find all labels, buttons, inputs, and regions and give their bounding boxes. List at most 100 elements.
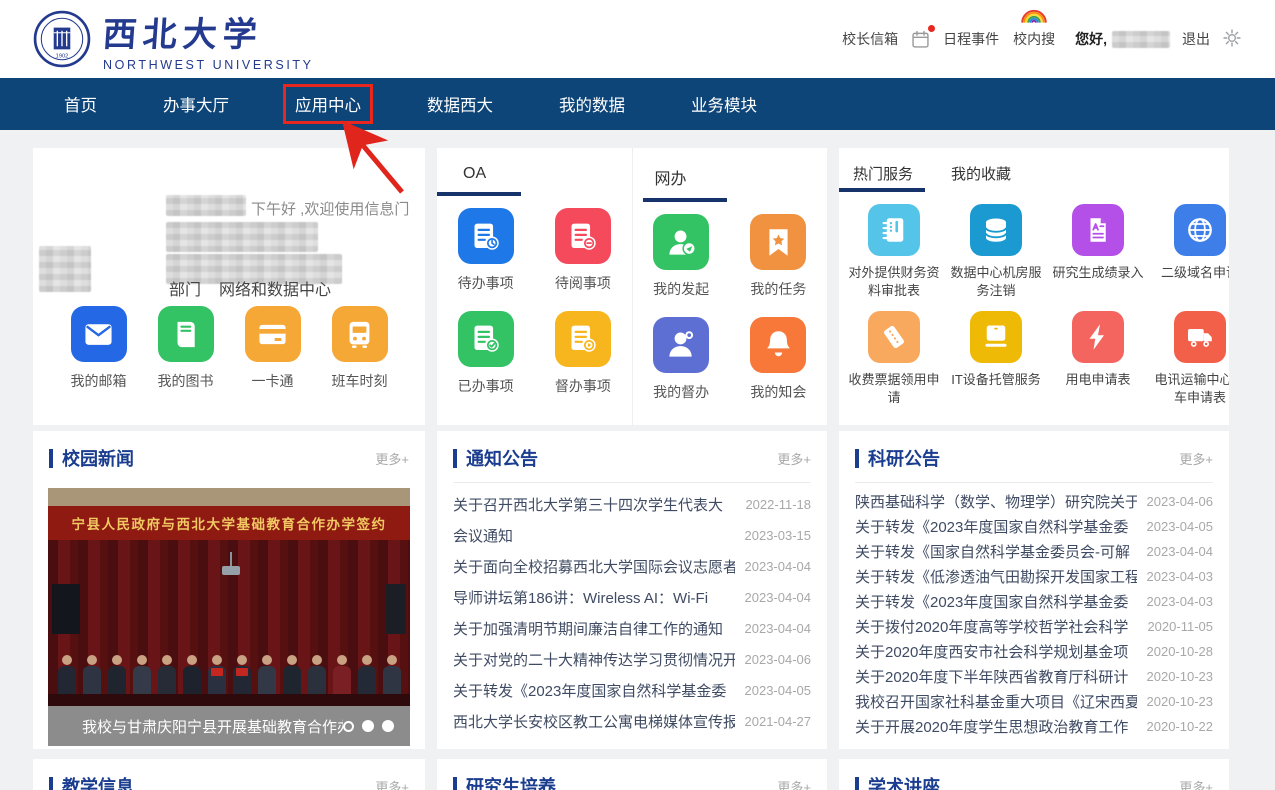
more-link[interactable]: 更多+: [777, 777, 811, 790]
more-link[interactable]: 更多+: [375, 449, 409, 468]
news-photo[interactable]: 宁县人民政府与西北大学基础教育合作办学签约: [48, 488, 410, 706]
rainbow-icon: [1011, 0, 1057, 25]
schedule-events-link[interactable]: 日程事件: [943, 29, 999, 49]
campus-search-link[interactable]: 校内搜: [1013, 29, 1055, 49]
more-link[interactable]: 更多+: [375, 777, 409, 790]
announcement-date: 2020-10-23: [1147, 694, 1214, 709]
announcement-title[interactable]: 关于转发《国家自然科学基金委员会-可解: [855, 541, 1130, 562]
list-item: 关于面向全校招募西北大学国际会议志愿者2023-04-04: [453, 551, 811, 582]
announcement-title[interactable]: 关于2020年度西安市社会科学规划基金项: [855, 641, 1128, 662]
campus-news-card: 校园新闻 更多+ 宁县人民政府与西北大学基础教育合作办学签约 我校与甘肃庆阳宁县…: [33, 431, 425, 749]
app-tile-bus[interactable]: 班车时刻: [332, 306, 388, 391]
announcement-title[interactable]: 关于面向全校招募西北大学国际会议志愿者: [453, 556, 735, 577]
notice-list: 关于召开西北大学第三十四次学生代表大 2022-11-18 会议通知 2023-03-…: [437, 483, 827, 737]
nav-item[interactable]: 首页: [52, 84, 109, 124]
announcement-title[interactable]: 关于转发《2023年度国家自然科学基金委: [855, 516, 1128, 537]
section-bar: [453, 449, 457, 468]
photo-floor: [48, 694, 410, 706]
nav-item-highlighted[interactable]: 应用中心: [283, 84, 373, 124]
app-tile-label: IT设备托管服务: [945, 371, 1047, 389]
announcement-date: 2023-04-05: [745, 683, 812, 698]
app-tile-doc-a[interactable]: 研究生成绩录入: [1047, 204, 1149, 299]
announcement-title[interactable]: 关于转发《2023年度国家自然科学基金委: [453, 680, 726, 701]
tab-my-favorites[interactable]: 我的收藏: [951, 163, 1011, 192]
book-icon: [158, 306, 214, 362]
section-bar: [453, 777, 457, 790]
app-tile-label: 待阅事项: [555, 274, 611, 293]
photo-screen: [52, 584, 80, 634]
nav-item[interactable]: 数据西大: [415, 84, 505, 124]
nav-item[interactable]: 办事大厅: [151, 84, 241, 124]
announcement-date: 2023-03-15: [745, 528, 812, 543]
announcement-title[interactable]: 关于对党的二十大精神传达学习贯彻情况开: [453, 649, 735, 670]
app-tile-label: 二级域名申请: [1149, 264, 1229, 282]
section-title: 通知公告: [466, 445, 538, 471]
app-tile-doc-minus[interactable]: 待阅事项: [555, 208, 611, 293]
app-tile-person-dot[interactable]: 我的督办: [653, 317, 709, 402]
carousel-dot[interactable]: [382, 720, 394, 732]
logout-link[interactable]: 退出: [1182, 29, 1210, 49]
app-tile-doc-play[interactable]: 督办事项: [555, 311, 611, 396]
mail-icon: [71, 306, 127, 362]
tab-wangban[interactable]: 网办: [633, 148, 828, 198]
app-tile-person-send[interactable]: 我的发起: [653, 214, 709, 299]
announcement-date: 2023-04-03: [1147, 594, 1214, 609]
university-logo[interactable]: 1902 西北大学 NORTHWEST UNIVERSITY: [33, 7, 314, 72]
announcement-title[interactable]: 关于转发《低渗透油气田勘探开发国家工程: [855, 566, 1137, 587]
announcement-title[interactable]: 陕西基础科学（数学、物理学）研究院关于: [855, 491, 1137, 512]
avatar-redacted: [39, 246, 91, 292]
announcement-title[interactable]: 关于开展2020年度学生思想政治教育工作: [855, 716, 1128, 737]
app-tile-globe[interactable]: 二级域名申请: [1149, 204, 1229, 299]
announcement-title[interactable]: 会议通知: [453, 525, 513, 546]
carousel-dot[interactable]: [343, 721, 354, 732]
tab-oa[interactable]: OA: [437, 148, 632, 192]
app-tile-bolt[interactable]: 用电申请表: [1047, 311, 1149, 406]
announcement-title[interactable]: 关于拨付2020年度高等学校哲学社会科学: [855, 616, 1128, 637]
app-tile-label: 对外提供财务资料审批表: [843, 264, 945, 299]
app-tile-notebook[interactable]: 对外提供财务资料审批表: [843, 204, 945, 299]
card-icon: [245, 306, 301, 362]
app-tile-laptop[interactable]: IT设备托管服务: [945, 311, 1047, 406]
carousel-dot[interactable]: [362, 720, 374, 732]
more-link[interactable]: 更多+: [777, 449, 811, 468]
app-tile-doc-check[interactable]: 已办事项: [458, 311, 514, 396]
app-tile-card[interactable]: 一卡通: [245, 306, 301, 391]
list-item: 关于2020年度下半年陕西省教育厅科研计2020-10-23: [855, 664, 1213, 689]
app-tile-bell[interactable]: 我的知会: [750, 317, 806, 402]
settings-gear-icon[interactable]: [1222, 28, 1242, 51]
app-tile-label: 用电申请表: [1047, 371, 1149, 389]
announcement-title[interactable]: 导师讲坛第186讲：Wireless AI：Wi-Fi: [453, 587, 708, 608]
nav-item[interactable]: 业务模块: [679, 84, 769, 124]
app-tile-label: 收费票据领用申请: [843, 371, 945, 406]
nav-item[interactable]: 我的数据: [547, 84, 637, 124]
app-tile-book[interactable]: 我的图书: [158, 306, 214, 391]
announcement-date: 2022-11-18: [745, 497, 811, 512]
announcement-title[interactable]: 关于召开西北大学第三十四次学生代表大: [453, 494, 723, 515]
bell-icon: [750, 317, 806, 373]
more-link[interactable]: 更多+: [1179, 777, 1213, 790]
photo-person: [133, 655, 151, 698]
calendar-icon[interactable]: [910, 29, 931, 50]
bolt-icon: [1072, 311, 1124, 363]
photo-person: [233, 655, 251, 698]
app-tile-mail[interactable]: 我的邮箱: [71, 306, 127, 391]
carousel-caption[interactable]: 我校与甘肃庆阳宁县开展基础教育合作办: [82, 716, 343, 737]
services-tabs: 热门服务 我的收藏: [839, 148, 1229, 192]
announcement-title[interactable]: 西北大学长安校区教工公寓电梯媒体宣传报: [453, 711, 735, 732]
principal-mailbox-link[interactable]: 校长信箱: [842, 29, 898, 49]
section-title: 校园新闻: [62, 445, 134, 471]
photo-person: [258, 655, 276, 698]
photo-people: [48, 655, 410, 698]
app-tile-bookmark-star[interactable]: 我的任务: [750, 214, 806, 299]
app-tile-database[interactable]: 数据中心机房服务注销: [945, 204, 1047, 299]
announcement-title[interactable]: 我校召开国家社科基金重大项目《辽宋西夏: [855, 691, 1137, 712]
announcement-title[interactable]: 关于转发《2023年度国家自然科学基金委: [855, 591, 1128, 612]
app-tile-truck[interactable]: 电讯运输中心用车申请表: [1149, 311, 1229, 406]
app-tile-ticket[interactable]: 收费票据领用申请: [843, 311, 945, 406]
app-tile-doc-clock[interactable]: 待办事项: [458, 208, 514, 293]
more-link[interactable]: 更多+: [1179, 449, 1213, 468]
list-item: 关于对党的二十大精神传达学习贯彻情况开2023-04-06: [453, 644, 811, 675]
announcement-title[interactable]: 关于加强清明节期间廉洁自律工作的通知: [453, 618, 723, 639]
section-bar: [855, 449, 859, 468]
announcement-title[interactable]: 关于2020年度下半年陕西省教育厅科研计: [855, 666, 1128, 687]
